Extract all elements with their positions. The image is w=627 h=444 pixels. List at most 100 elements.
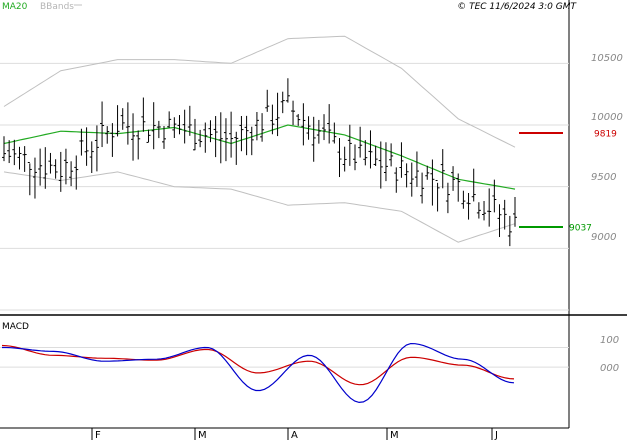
ohlc-bar [53, 159, 58, 179]
ohlc-bar [383, 142, 388, 182]
ohlc-bar [420, 172, 425, 204]
ohlc-bar [141, 97, 146, 132]
ohlc-bar [48, 152, 53, 174]
chart-stage: 9819 9037 MA20 BBands © TEC 11/6/2024 3:0… [0, 0, 627, 441]
ohlc-bar [342, 146, 347, 172]
macd-label: MACD [2, 322, 29, 332]
ohlc-bar [487, 188, 492, 227]
ohlc-bar [327, 104, 332, 144]
ohlc-bar [229, 111, 234, 158]
ohlc-bar [404, 163, 409, 188]
ohlc-bar [507, 215, 512, 247]
ohlc-bar [260, 113, 265, 142]
ohlc-bar [22, 146, 27, 172]
ohlc-bar [445, 182, 450, 214]
ohlc-bar [27, 161, 32, 196]
ohlc-bar [425, 165, 430, 180]
ohlc-bar [471, 168, 476, 202]
ma20-line [3, 124, 516, 190]
ohlc-bar [482, 200, 487, 221]
ohlc-bar [125, 102, 130, 145]
ohlc-bar [146, 129, 151, 143]
ohlc-bar [100, 101, 105, 148]
bbands-lower-line [3, 171, 516, 243]
ohlc-bar [301, 103, 306, 146]
ohlc-bar [476, 202, 481, 219]
macd-tick-label: 100 [600, 335, 619, 346]
ohlc-bar [58, 151, 63, 192]
macd-tick-label: 000 [600, 363, 619, 374]
ohlc-bar [363, 140, 368, 166]
ohlc-bar [347, 124, 352, 166]
ohlc-bar [440, 149, 445, 189]
ohlc-bar [2, 136, 6, 162]
ohlc-bar [208, 120, 213, 143]
ohlc-bar [43, 147, 48, 189]
ohlc-bar [291, 100, 296, 126]
ohlc-bar [136, 130, 141, 160]
ohlc-bar [399, 142, 404, 178]
ohlc-bar [120, 108, 125, 130]
price-tick-label: 10500 [591, 53, 623, 64]
month-label: M [390, 430, 399, 440]
ohlc-bar [89, 141, 94, 174]
resistance-label: 9819 [594, 130, 617, 140]
ohlc-bar [285, 78, 290, 103]
month-axis: FMAMJ [91, 428, 498, 441]
ohlc-bar [368, 130, 373, 169]
ohlc-bar [280, 91, 285, 114]
ohlc-bar [84, 127, 89, 166]
ohlc-bar [373, 145, 378, 166]
month-label: F [95, 430, 101, 440]
ohlc-bar [456, 173, 461, 202]
ohlc-bar [105, 126, 110, 144]
price-tick-label: 10000 [591, 112, 623, 123]
ohlc-bar [316, 119, 321, 144]
ohlc-bar [244, 115, 249, 156]
ohlc-bar [394, 167, 399, 193]
month-label: J [494, 430, 498, 440]
ohlc-bar [265, 89, 270, 112]
ohlc-bar [12, 139, 17, 166]
ohlc-bar [7, 140, 12, 164]
ohlc-bar [131, 113, 136, 161]
copyright-text: © TEC 11/6/2024 3:0 GMT [457, 2, 577, 12]
ohlc-bar [414, 151, 419, 187]
ohlc-bar [79, 128, 84, 156]
ohlc-bar [451, 166, 456, 191]
ohlc-bar [239, 115, 244, 152]
ohlc-bar [502, 199, 507, 230]
ohlc-bar [182, 109, 187, 144]
ohlc-bar [435, 180, 440, 212]
bbands-upper-line [3, 35, 516, 148]
ohlc-bar [74, 155, 79, 190]
ohlc-bar [162, 126, 167, 149]
ohlc-bar [409, 162, 414, 197]
price-tick-label: 9500 [591, 172, 616, 183]
ohlc-bar [358, 126, 363, 158]
ohlc-bar [337, 138, 342, 178]
ohlc-bar [218, 112, 223, 164]
ohlc-bar [32, 157, 37, 199]
ohlc-bar [151, 102, 156, 150]
ohlc-bar [213, 116, 218, 158]
ohlc-bar [513, 196, 517, 227]
support-label: 9037 [569, 224, 592, 234]
macd-layer [1, 342, 515, 404]
price-macd-chart: 9819 9037 MA20 BBands © TEC 11/6/2024 3:0… [0, 0, 627, 441]
ohlc-bar [38, 148, 43, 186]
ohlc-bar [311, 116, 316, 162]
month-label: A [291, 430, 298, 440]
ohlc-bar [203, 122, 208, 153]
price-layer [2, 35, 517, 247]
ohlc-bar [497, 204, 502, 238]
ohlc-bar [296, 114, 301, 126]
price-tick-label: 9000 [591, 232, 616, 243]
ohlc-bar [389, 143, 394, 167]
ohlc-bar [466, 192, 471, 220]
legend-bbands: BBands [40, 2, 74, 12]
ohlc-bar [322, 114, 327, 141]
month-label: M [198, 430, 207, 440]
ohlc-bar [461, 190, 466, 209]
ohlc-bar [110, 123, 115, 157]
